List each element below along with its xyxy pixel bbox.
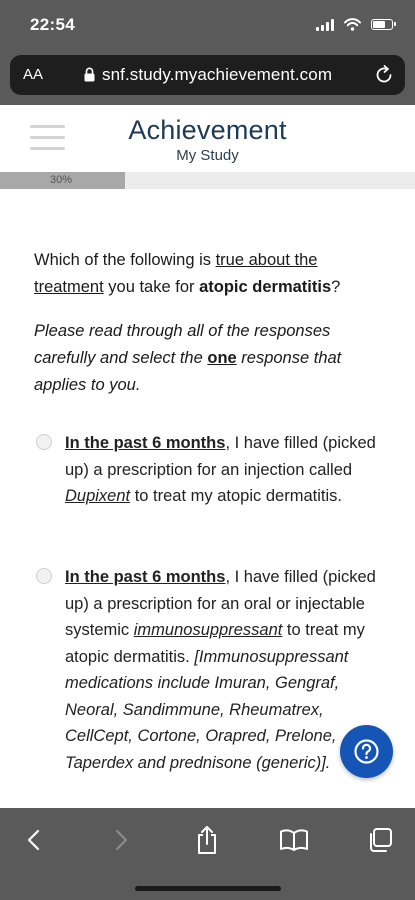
back-button[interactable] xyxy=(16,822,52,858)
option-note: [Immunosuppressant medications include I… xyxy=(65,647,349,772)
signal-icon xyxy=(316,18,334,31)
instructions-text: Please read through all of the responses… xyxy=(34,322,342,394)
status-time: 22:54 xyxy=(30,15,75,34)
tabs-icon xyxy=(370,828,392,852)
radio-button[interactable] xyxy=(36,434,52,450)
help-button[interactable] xyxy=(340,725,393,778)
radio-button[interactable] xyxy=(36,568,52,584)
wifi-icon xyxy=(344,18,361,31)
option-text[interactable]: In the past 6 months, I have filled (pic… xyxy=(65,564,385,776)
text-size-button[interactable]: AA xyxy=(23,66,43,83)
battery-icon xyxy=(371,19,396,30)
progress-bar: 30% xyxy=(0,172,415,189)
status-icons xyxy=(316,18,396,31)
progress-label: 30% xyxy=(50,174,73,186)
browser-toolbar xyxy=(0,808,415,900)
lock-icon xyxy=(84,67,95,82)
share-icon xyxy=(198,826,216,854)
status-bar: 22:54 xyxy=(0,0,415,48)
browser-top-bar: AA snf.study.myachievement.com xyxy=(0,48,415,105)
address-bar[interactable]: AA snf.study.myachievement.com xyxy=(10,55,405,95)
question-text: Which of the following is true about the… xyxy=(34,251,341,296)
url-text[interactable]: snf.study.myachievement.com xyxy=(102,65,332,85)
forward-button[interactable] xyxy=(103,822,139,858)
help-icon xyxy=(354,739,379,764)
brand-title: Achievement xyxy=(128,115,287,145)
home-indicator xyxy=(135,886,281,891)
forward-icon xyxy=(115,829,128,851)
bookmarks-icon xyxy=(280,829,308,851)
back-icon xyxy=(27,829,40,851)
share-button[interactable] xyxy=(189,822,225,858)
site-header: Achievement My Study xyxy=(0,105,415,173)
option-text[interactable]: In the past 6 months, I have filled (pic… xyxy=(65,430,385,510)
brand-subtitle: My Study xyxy=(176,147,239,164)
reload-icon[interactable] xyxy=(373,64,395,86)
bookmarks-button[interactable] xyxy=(276,822,312,858)
tabs-button[interactable] xyxy=(362,822,398,858)
